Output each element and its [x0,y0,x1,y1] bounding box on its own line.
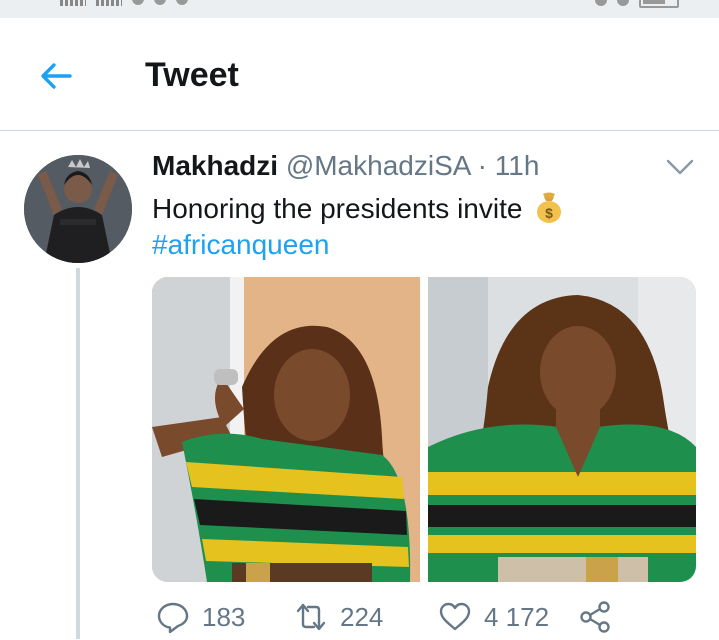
hashtag-link[interactable]: #africanqueen [152,227,564,263]
battery-icon [639,0,679,8]
avatar-image [24,155,132,263]
retweet-icon [296,603,326,631]
retweet-button[interactable]: 224 [294,600,383,634]
top-app-bar: Tweet [0,18,719,131]
tweet-menu-button[interactable] [664,156,696,178]
status-bar [0,0,719,18]
status-icons-right [595,0,679,8]
alarm-icon [595,0,607,6]
meta-separator: · [477,150,487,181]
wifi-icon [132,0,144,5]
tweet-actions: 183 224 4 172 [152,600,712,640]
like-icon [439,602,471,631]
tweet-text: Honoring the presidents invite $ #africa… [152,190,564,263]
tweet-photo-2[interactable] [428,277,696,582]
user-handle[interactable]: @MakhadziSA [286,150,470,181]
app-icon [176,0,188,5]
chevron-down-icon [666,159,694,175]
photo-2-image [428,277,696,582]
reply-button[interactable]: 183 [156,600,245,634]
like-count: 4 172 [484,601,550,632]
reply-count: 183 [202,601,246,632]
svg-text:$: $ [546,205,554,221]
photo-1-image [152,277,420,582]
tweet-meta: Makhadzi @MakhadziSA · 11h [152,150,539,186]
share-icon [580,601,610,633]
notification-icon [154,0,166,5]
signal-icon-2 [96,0,122,6]
thread-line [76,268,80,639]
display-name[interactable]: Makhadzi [152,150,278,181]
sync-icon [617,0,629,6]
page-title: Tweet [145,56,239,94]
tweet-photo-1[interactable] [152,277,420,582]
money-bag-icon: $ [537,192,562,223]
reply-icon [157,602,189,634]
tweet-body: Honoring the presidents invite [152,193,523,224]
like-button[interactable]: 4 172 [438,600,549,634]
avatar[interactable] [24,155,132,263]
signal-icon [60,0,86,6]
back-button[interactable] [36,56,76,96]
retweet-count: 224 [340,601,384,632]
status-icons-left [60,0,188,6]
tweet-timestamp[interactable]: 11h [495,150,540,181]
share-button[interactable] [578,600,612,634]
back-arrow-icon [41,63,72,89]
